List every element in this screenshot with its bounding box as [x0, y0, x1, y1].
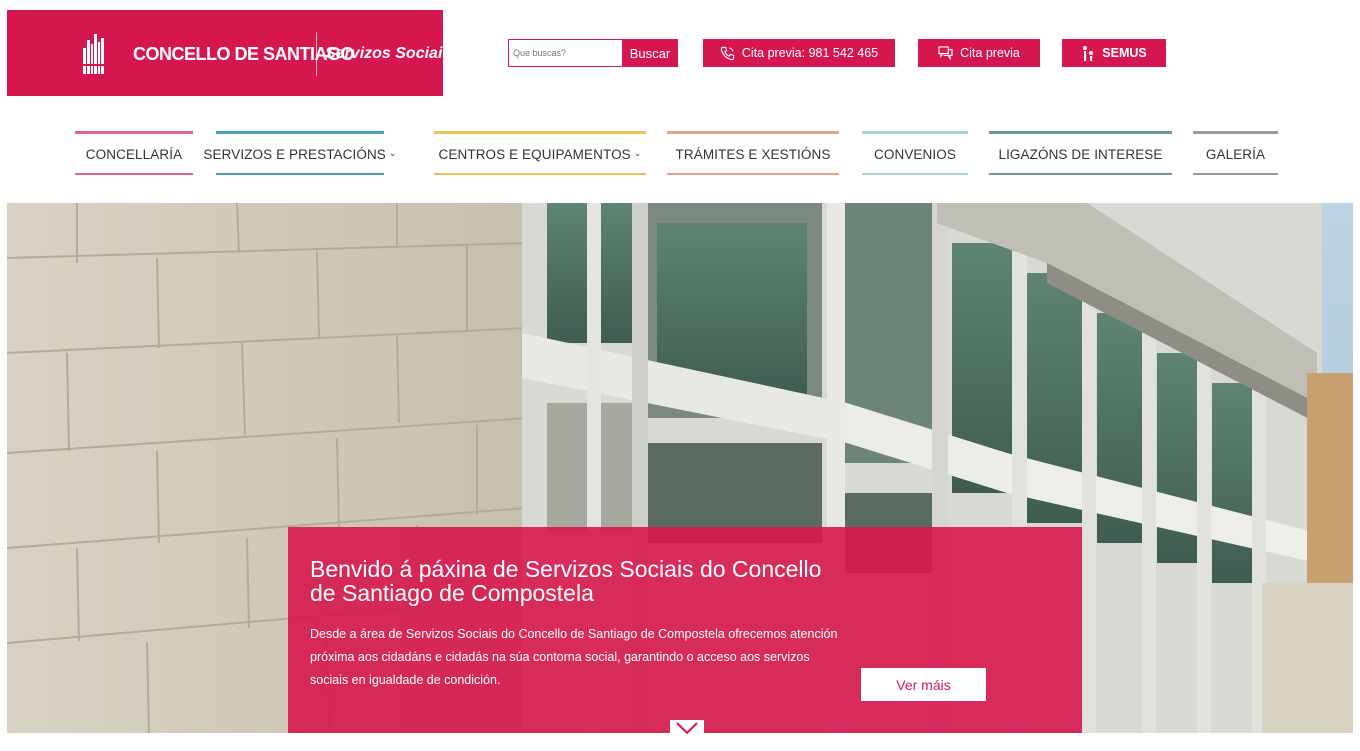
chevron-down-icon [676, 722, 698, 735]
nav-ligazons-interese[interactable]: LIGAZÓNS DE INTERESE [989, 131, 1172, 175]
nav-servizos-prestacions[interactable]: SERVIZOS E PRESTACIÓNS ⌄ [203, 131, 396, 175]
phone-appointment-label: Cita previa: 981 542 465 [741, 46, 879, 60]
nav-galeria[interactable]: GALERÍA [1193, 131, 1278, 175]
online-appointment-label: Cita previa [960, 46, 1020, 60]
logo-subtitle: Servizos Sociais [325, 45, 452, 62]
welcome-banner: Benvido á páxina de Servizos Sociais do … [288, 527, 1082, 733]
site-logo[interactable]: CONCELLO DE SANTIAGO Servizos Sociais [7, 10, 451, 96]
logo-divider [316, 32, 317, 76]
nav-concellaria[interactable]: CONCELLARÍA [75, 131, 193, 175]
nav-label: GALERÍA [1205, 146, 1266, 162]
phone-appointment-button[interactable]: Cita previa: 981 542 465 [703, 39, 895, 67]
nav-label: CENTROS E EQUIPAMENTOS [438, 146, 631, 162]
nav-tramites-xestions[interactable]: TRÁMITES E XESTIÓNS [667, 131, 839, 175]
chat-icon [938, 46, 953, 60]
scroll-down-button[interactable] [670, 720, 704, 751]
see-more-button[interactable]: Ver máis [861, 668, 986, 701]
nav-label: TRÁMITES E XESTIÓNS [675, 146, 831, 162]
phone-icon [720, 46, 735, 60]
welcome-text: Desde a área de Servizos Sociais do Conc… [310, 627, 838, 687]
nav-label: LIGAZÓNS DE INTERESE [998, 146, 1163, 162]
search-form: Buscar [508, 39, 678, 67]
online-appointment-button[interactable]: Cita previa [918, 39, 1040, 67]
search-input[interactable] [508, 39, 622, 67]
chevron-down-icon: ⌄ [633, 147, 642, 158]
welcome-title: Benvido á páxina de Servizos Sociais do … [310, 556, 822, 606]
logo-title: CONCELLO DE SANTIAGO [133, 44, 355, 64]
semus-button[interactable]: SEMUS [1062, 39, 1166, 67]
chevron-down-icon: ⌄ [388, 147, 397, 158]
nav-label: CONVENIOS [874, 146, 956, 162]
semus-logo-icon [1083, 46, 1094, 61]
nav-label: CONCELLARÍA [85, 146, 183, 162]
cathedral-logo-icon [83, 34, 105, 74]
semus-label: SEMUS [1102, 46, 1147, 60]
nav-convenios[interactable]: CONVENIOS [862, 131, 968, 175]
nav-label: SERVIZOS E PRESTACIÓNS [203, 146, 386, 162]
search-button[interactable]: Buscar [622, 39, 678, 67]
nav-centros-equipamentos[interactable]: CENTROS E EQUIPAMENTOS ⌄ [434, 131, 646, 175]
